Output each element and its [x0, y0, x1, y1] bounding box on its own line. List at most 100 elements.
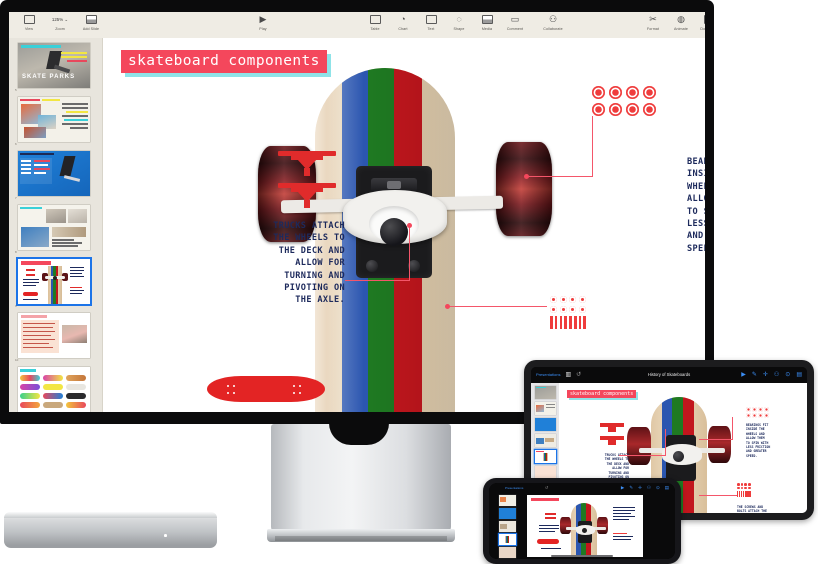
mount-bolt-left — [366, 260, 378, 272]
connector-bearings-v — [592, 116, 593, 176]
iphone-thumbnail-10[interactable] — [499, 547, 516, 558]
slide-thumbnail-10[interactable] — [18, 313, 90, 358]
text-button[interactable]: Text — [417, 14, 445, 31]
bearing-icon — [626, 86, 639, 99]
iphone-body — [489, 493, 675, 559]
chart-button[interactable]: ◔ Chart — [389, 14, 417, 32]
ipad-thumbnail-7[interactable] — [535, 418, 556, 431]
more-icon[interactable]: ⊙ — [656, 485, 660, 491]
keynote-toolbar: View 125% ⌄ Zoom Add Slide ▶ Play Table … — [9, 12, 705, 39]
page-title[interactable]: skateboard components — [121, 50, 327, 73]
slide-thumbnail-5[interactable]: SKATE PARKS — [18, 43, 90, 88]
text-label: Text — [427, 27, 435, 31]
home-indicator — [551, 555, 613, 557]
zoom-label: Zoom — [55, 27, 65, 31]
toolbar-left-group: View 125% ⌄ Zoom Add Slide — [15, 14, 105, 31]
slide-navigator[interactable]: SKATE PARKS 5 6 7 8 9 10 — [9, 38, 103, 412]
add-slide-label: Add Slide — [82, 27, 100, 31]
animate-button[interactable]: ◍ Animate — [667, 14, 695, 32]
more-icon[interactable]: ⊙ — [785, 371, 790, 378]
view-button[interactable]: View — [15, 14, 43, 31]
format-brush-icon[interactable]: ✎ — [629, 485, 633, 491]
collaborate-button[interactable]: ⚇ Collaborate — [533, 14, 573, 32]
iphone-device: Presentations ↺ ▶ ✎ ✛ ⚇ ⊙ ▤ — [483, 478, 681, 564]
toolbar-collaborate-group: ⚇ Collaborate — [533, 14, 573, 32]
document-icon[interactable]: ▤ — [796, 371, 802, 378]
bearing-icon — [592, 86, 605, 99]
iphone-toolbar-right: ▶ ✎ ✛ ⚇ ⊙ ▤ — [621, 485, 669, 491]
play-icon[interactable]: ▶ — [741, 371, 746, 378]
chart-icon: ◔ — [400, 14, 406, 24]
slide-number-10: 10 — [15, 358, 19, 362]
play-button[interactable]: ▶ Play — [249, 14, 277, 32]
collaborate-icon[interactable]: ⚇ — [774, 371, 779, 378]
media-button[interactable]: Media — [473, 14, 501, 31]
baseplate-nut — [387, 181, 401, 189]
iphone-thumbnail-8[interactable] — [499, 521, 516, 532]
ipad-thumbnail-5[interactable] — [535, 386, 556, 399]
bearing-icon — [626, 103, 639, 116]
slide-thumbnail-8[interactable] — [18, 205, 90, 250]
callout-trucks-text[interactable]: TRUCKS ATTACH THE WHEELS TO THE DECK AND… — [223, 220, 345, 307]
slide-number-6: 6 — [15, 142, 17, 146]
connector-screws — [447, 306, 547, 307]
truck-icon-top — [278, 150, 336, 176]
monitor-stand — [267, 423, 455, 542]
slide-thumbnail-9[interactable] — [18, 259, 90, 304]
media-icon — [481, 14, 493, 25]
zoom-value: 125% ⌄ — [51, 16, 69, 22]
play-icon[interactable]: ▶ — [621, 485, 624, 491]
connector-trucks-v — [409, 226, 410, 281]
comment-button[interactable]: ▭ Comment — [501, 14, 529, 32]
ipad-thumbnail-6[interactable] — [535, 402, 556, 415]
format-brush-icon[interactable]: ✎ — [752, 371, 757, 378]
power-led — [164, 534, 167, 537]
iphone-slide-navigator[interactable] — [497, 493, 519, 559]
connector-dot-trucks — [407, 223, 412, 228]
stand-shadow — [275, 536, 447, 541]
toolbar-insert-group: Table ◔ Chart Text ◌ Shape Media ▭ Comme… — [361, 14, 529, 31]
iphone-toolbar: Presentations ↺ ▶ ✎ ✛ ⚇ ⊙ ▤ — [489, 483, 675, 493]
undo-icon[interactable]: ↺ — [545, 485, 548, 490]
iphone-thumbnail-7[interactable] — [499, 508, 516, 519]
connector-bearings — [527, 176, 593, 177]
slide-thumbnail-11[interactable] — [18, 367, 90, 412]
kingpin-nut — [380, 218, 408, 246]
collaborate-icon[interactable]: ⚇ — [647, 485, 651, 491]
document-button[interactable]: Document — [695, 14, 705, 31]
bearings-illustration — [592, 86, 656, 116]
iphone-back-button[interactable]: Presentations — [505, 486, 523, 490]
shape-icon: ◌ — [456, 14, 462, 24]
ipad-thumbnail-8[interactable] — [535, 434, 556, 447]
slide-thumbnail-6[interactable] — [18, 97, 90, 142]
wheel-right — [496, 142, 552, 236]
format-button[interactable]: ✂ Format — [639, 14, 667, 32]
slide-thumbnail-7[interactable] — [18, 151, 90, 196]
toolbar-right-group: ✂ Format ◍ Animate Document — [639, 14, 705, 31]
insert-icon[interactable]: ✛ — [763, 371, 768, 378]
slide-canvas[interactable]: skateboard components TRUCKS ATTACH THE … — [103, 38, 705, 412]
view-icon — [23, 14, 35, 25]
insert-icon[interactable]: ✛ — [638, 485, 642, 491]
table-button[interactable]: Table — [361, 14, 389, 31]
ipad-slide-title: skateboard components — [567, 390, 637, 398]
screw-ring-row-2 — [550, 305, 586, 313]
add-slide-button[interactable]: Add Slide — [77, 14, 105, 31]
callout-bearings-text[interactable]: BEARINGS FIT INSIDE THE WHEELS AND ALLOW… — [687, 156, 705, 255]
truck-icon-bottom — [278, 182, 336, 208]
zoom-control[interactable]: 125% ⌄ Zoom — [43, 14, 77, 32]
format-brush-icon: ✂ — [649, 14, 657, 24]
ipad-thumbnail-9[interactable] — [535, 450, 556, 463]
iphone-screen: Presentations ↺ ▶ ✎ ✛ ⚇ ⊙ ▤ — [489, 483, 675, 559]
display-screen: View 125% ⌄ Zoom Add Slide ▶ Play Table … — [9, 12, 705, 412]
shape-button[interactable]: ◌ Shape — [445, 14, 473, 32]
table-label: Table — [370, 27, 380, 31]
document-icon[interactable]: ▤ — [665, 485, 669, 491]
connector-dot-bearings — [524, 174, 529, 179]
toolbar-play-group: ▶ Play — [249, 14, 277, 32]
bolt-row — [550, 315, 587, 329]
iphone-thumbnail-6[interactable] — [499, 495, 516, 506]
iphone-thumbnail-9[interactable] — [499, 534, 516, 545]
iphone-slide-canvas[interactable] — [527, 495, 643, 557]
collaborate-label: Collaborate — [543, 27, 563, 31]
